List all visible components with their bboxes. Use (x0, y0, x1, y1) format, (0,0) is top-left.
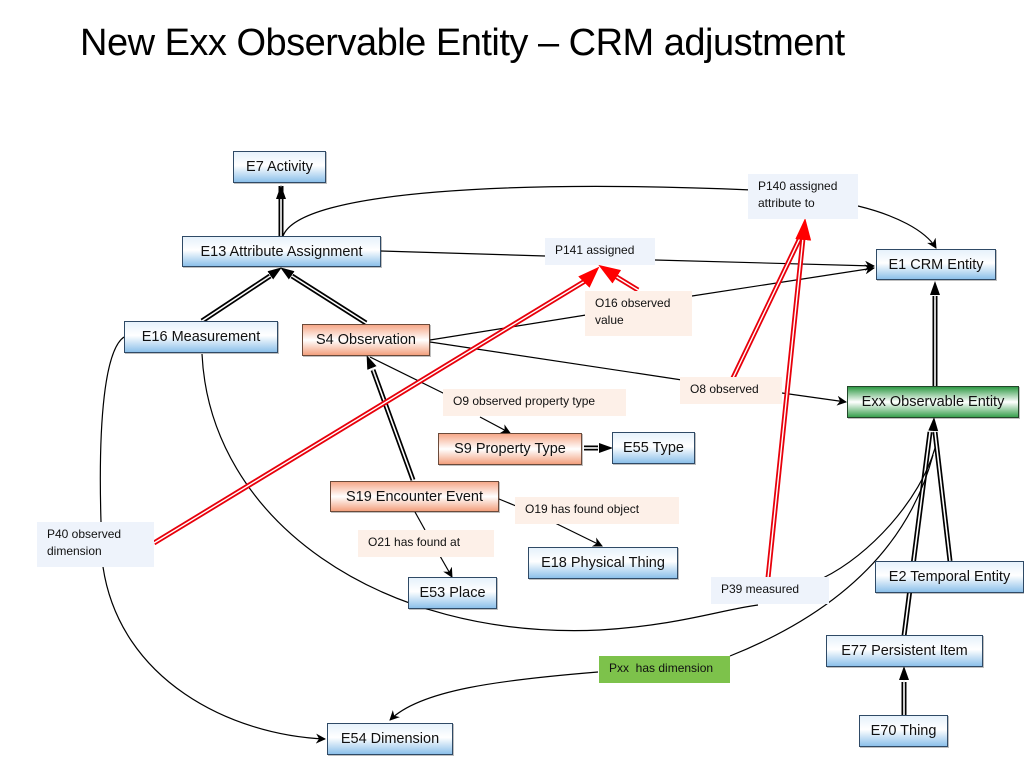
edge-p40-tail (102, 566, 326, 744)
node-e53-place[interactable]: E53 Place (408, 577, 497, 609)
label-p39-measured[interactable]: P39 measured (711, 577, 829, 604)
edge-o8-tail (781, 392, 847, 406)
edge-pxx-tail (389, 671, 599, 721)
node-e18-physical-thing[interactable]: E18 Physical Thing (528, 547, 678, 579)
label-p141-assigned[interactable]: P141 assigned (545, 238, 655, 265)
edge-p141-tail (654, 259, 875, 271)
label-o8-observed[interactable]: O8 observed (680, 377, 782, 404)
edge-o9-tail (479, 416, 511, 434)
node-e55-type[interactable]: E55 Type (612, 432, 695, 464)
node-e2-temporal-entity[interactable]: E2 Temporal Entity (875, 561, 1024, 593)
edge-p140-tail (857, 205, 937, 249)
label-pxx-has-dimension[interactable]: Pxx has dimension (599, 656, 730, 683)
edge-p140 (282, 185, 753, 237)
subprop-o16-p141 (598, 264, 640, 293)
node-e1-crm-entity[interactable]: E1 CRM Entity (876, 249, 996, 280)
subclass-s4-e13 (280, 267, 368, 326)
node-s9-property-type[interactable]: S9 Property Type (438, 433, 582, 465)
subclass-e16-e13 (200, 267, 282, 324)
node-e7-activity[interactable]: E7 Activity (233, 151, 326, 183)
subclass-e2-exx (932, 431, 953, 562)
edge-pxx (729, 454, 934, 657)
node-e54-dimension[interactable]: E54 Dimension (327, 723, 453, 755)
label-p40-observed-dimension[interactable]: P40 observed dimension (37, 522, 154, 567)
edge-p141 (380, 250, 546, 257)
label-o9-observed-property-type[interactable]: O9 observed property type (443, 389, 626, 416)
node-exx-observable-entity[interactable]: Exx Observable Entity (847, 386, 1019, 418)
edge-o19-tail (552, 521, 603, 547)
node-e16-measurement[interactable]: E16 Measurement (124, 321, 278, 353)
edge-p40 (99, 336, 125, 523)
label-o19-has-found-object[interactable]: O19 has found object (515, 497, 679, 524)
label-o16-observed-value[interactable]: O16 observed value (585, 291, 692, 336)
node-s19-encounter-event[interactable]: S19 Encounter Event (330, 481, 499, 512)
label-p140-assigned-attribute-to[interactable]: P140 assigned attribute to (748, 174, 858, 219)
node-e70-thing[interactable]: E70 Thing (859, 715, 948, 747)
edge-o19 (498, 498, 517, 507)
node-s4-observation[interactable]: S4 Observation (302, 324, 430, 356)
edge-o21 (414, 511, 426, 531)
node-e77-persistent-item[interactable]: E77 Persistent Item (826, 635, 983, 667)
edge-o8 (429, 341, 683, 381)
node-e13-attribute-assignment[interactable]: E13 Attribute Assignment (182, 236, 381, 267)
subclass-e77-exx (901, 417, 939, 637)
label-o21-has-found-at[interactable]: O21 has found at (358, 530, 494, 557)
edge-o21-tail (439, 555, 453, 578)
